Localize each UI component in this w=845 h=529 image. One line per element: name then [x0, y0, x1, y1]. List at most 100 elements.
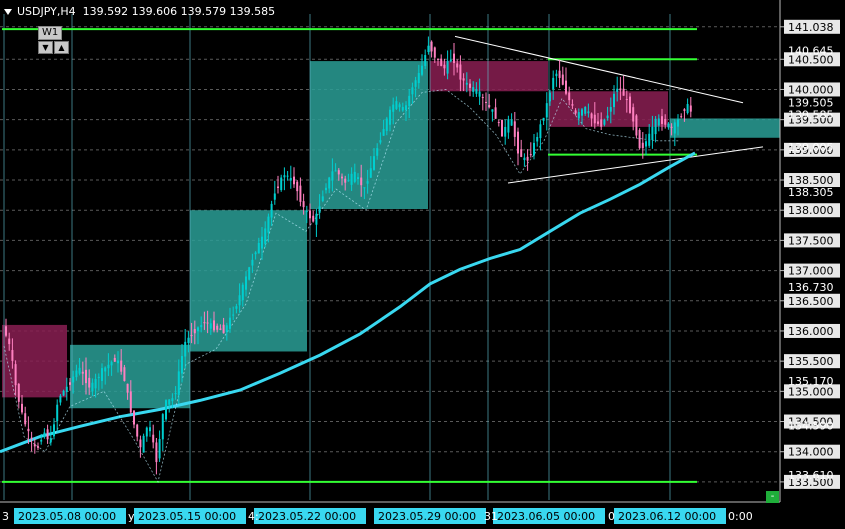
candle-body — [30, 437, 33, 439]
candle-body — [334, 170, 337, 172]
x-tick-label: 2023.05.15 00:00 — [138, 510, 236, 523]
candle-body — [501, 119, 503, 137]
bear-zone — [2, 324, 67, 398]
candle-body — [350, 173, 353, 185]
candle-body — [21, 403, 23, 413]
candle-body — [126, 383, 129, 393]
candle-body — [24, 413, 27, 425]
candle-body — [283, 175, 286, 178]
candle-body — [91, 382, 94, 392]
candle-body — [72, 376, 75, 383]
candle-body — [456, 63, 459, 68]
candle-body — [305, 211, 308, 213]
candle-body — [117, 360, 119, 364]
candle-body — [677, 119, 679, 127]
price-label: 139.585 — [788, 109, 834, 122]
candle-body — [107, 364, 110, 369]
candle-body — [683, 109, 686, 111]
candle-body — [373, 156, 375, 170]
price-label: 133.610 — [788, 469, 834, 482]
candle-body — [427, 45, 430, 53]
candle-body — [577, 112, 580, 119]
candle-body — [53, 424, 55, 437]
candle-body — [353, 171, 356, 182]
x-tick-label: 2023.06.05 00:00 — [497, 510, 595, 523]
candle-body — [360, 177, 363, 186]
candle-body — [171, 398, 174, 402]
candle-body — [245, 276, 247, 290]
x-partial-label: y — [128, 510, 135, 523]
candle-body — [462, 78, 465, 81]
candle-body — [33, 444, 36, 447]
candle-body — [344, 178, 347, 183]
candle-body — [616, 88, 619, 92]
candle-body — [65, 386, 68, 393]
candle-body — [235, 306, 238, 309]
candle-body — [414, 80, 417, 87]
candle-body — [155, 442, 158, 463]
candle-body — [56, 404, 59, 422]
candle-body — [238, 295, 241, 306]
candle-body — [389, 109, 391, 125]
chart-scale-button[interactable]: - — [766, 491, 779, 503]
candle-body — [478, 91, 481, 97]
x-partial-label: 31 — [484, 510, 498, 523]
candle-body — [277, 186, 279, 189]
candle-body — [129, 391, 132, 413]
candle-body — [565, 80, 567, 94]
bear-zone — [549, 91, 668, 127]
candle-body — [88, 377, 91, 388]
candle-body — [385, 118, 388, 131]
candle-body — [17, 383, 20, 402]
candle-body — [113, 357, 116, 362]
candle-body — [216, 325, 219, 330]
candle-body — [331, 171, 334, 181]
candle-body — [168, 399, 171, 405]
candle-body — [488, 105, 491, 108]
symbol-menu-icon[interactable] — [4, 9, 12, 15]
candle-body — [78, 367, 81, 374]
price-label: 140.645 — [788, 45, 834, 58]
candle-body — [193, 329, 196, 334]
candle-body — [273, 193, 276, 200]
timeframe-badge[interactable]: W1 — [38, 26, 63, 40]
candle-body — [606, 115, 609, 119]
candle-body — [667, 123, 670, 128]
time-axis: 2023.05.08 00:00 2023.05.15 00:00 2023.05.… — [2, 508, 753, 524]
candle-body — [110, 362, 113, 366]
candle-body — [603, 119, 606, 125]
candle-body — [574, 110, 577, 114]
scroll-down-icon[interactable]: ▼ — [38, 41, 53, 54]
candle-body — [405, 105, 407, 111]
candle-body — [8, 338, 11, 345]
y-tick-label: 134.000 — [788, 446, 834, 459]
candle-body — [133, 410, 135, 425]
candle-body — [472, 87, 475, 92]
candle-body — [49, 438, 52, 443]
price-chart[interactable]: 133.500134.000134.500135.000135.500136.0… — [0, 0, 845, 529]
candle-body — [181, 356, 183, 374]
candle-body — [94, 378, 97, 389]
candle-body — [59, 395, 62, 403]
ohlc-values: 139.592 139.606 139.579 139.585 — [82, 5, 276, 18]
candle-body — [529, 154, 532, 156]
candle-body — [392, 104, 395, 112]
y-tick-label: 138.000 — [788, 204, 834, 217]
candle-body — [97, 376, 100, 378]
candle-body — [545, 103, 548, 118]
candle-body — [280, 177, 283, 191]
candle-body — [289, 177, 292, 181]
candle-body — [302, 201, 305, 208]
y-tick-label: 136.000 — [788, 325, 834, 338]
x-partial-label: 3 — [2, 510, 9, 523]
candle-body — [184, 341, 187, 357]
candle-body — [536, 136, 539, 142]
candle-body — [267, 216, 270, 233]
candle-body — [395, 101, 398, 109]
candle-body — [459, 64, 462, 80]
candle-body — [549, 92, 551, 102]
candle-body — [219, 328, 222, 330]
scroll-up-icon[interactable]: ▲ — [54, 41, 69, 54]
candle-body — [632, 107, 635, 122]
candle-body — [539, 124, 542, 139]
